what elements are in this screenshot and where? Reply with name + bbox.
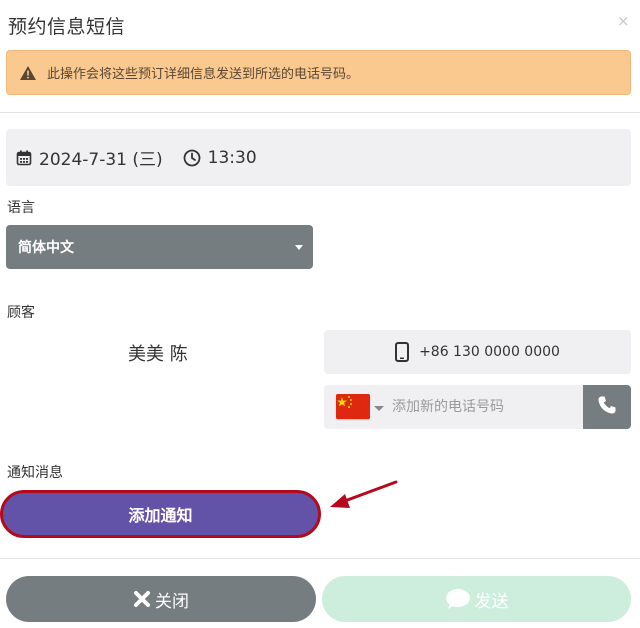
phone-icon xyxy=(597,395,617,419)
calendar-icon xyxy=(16,150,32,166)
china-flag-icon[interactable] xyxy=(336,394,370,419)
add-notification-button[interactable]: 添加通知 xyxy=(0,490,321,538)
add-notification-label: 添加通知 xyxy=(128,506,193,525)
chevron-down-icon xyxy=(295,245,303,250)
chat-bubble-icon xyxy=(445,588,471,610)
send-button-label: 发送 xyxy=(474,591,509,612)
close-icon[interactable]: × xyxy=(617,13,630,29)
close-button[interactable]: 关闭 xyxy=(6,576,316,622)
warning-alert: 此操作会将这些预订详细信息发送到所选的电话号码。 xyxy=(6,50,631,95)
customer-phone[interactable]: +86 130 0000 0000 xyxy=(324,330,631,374)
add-phone-button[interactable] xyxy=(583,385,631,429)
send-button[interactable]: 发送 xyxy=(322,576,631,622)
language-select[interactable]: 简体中文 xyxy=(6,225,313,269)
divider xyxy=(0,558,640,559)
customer-phone-number: +86 130 0000 0000 xyxy=(419,344,560,360)
warning-triangle-icon xyxy=(19,64,39,82)
mobile-phone-icon xyxy=(395,342,410,362)
customer-name: 美美 陈 xyxy=(128,344,188,365)
x-icon xyxy=(133,590,151,608)
add-phone-group xyxy=(324,385,631,429)
warning-text: 此操作会将这些预订详细信息发送到所选的电话号码。 xyxy=(47,67,360,82)
customer-label: 顾客 xyxy=(7,305,35,321)
appointment-datetime: 2024-7-31 (三) 13:30 xyxy=(6,129,631,186)
annotation-arrow-icon xyxy=(330,480,398,508)
clock-icon xyxy=(183,149,201,167)
appointment-time: 13:30 xyxy=(207,147,257,168)
sms-dialog: 预约信息短信 × 此操作会将这些预订详细信息发送到所选的电话号码。 2024-7… xyxy=(0,0,640,628)
chevron-down-icon[interactable] xyxy=(374,406,384,411)
close-button-label: 关闭 xyxy=(155,591,189,612)
language-selected-value: 简体中文 xyxy=(18,240,74,256)
language-label: 语言 xyxy=(7,200,35,216)
new-phone-input[interactable] xyxy=(392,385,582,429)
divider xyxy=(0,112,640,113)
dialog-title: 预约信息短信 xyxy=(8,16,126,38)
notification-label: 通知消息 xyxy=(7,465,63,481)
appointment-date: 2024-7-31 (三) xyxy=(39,150,163,170)
